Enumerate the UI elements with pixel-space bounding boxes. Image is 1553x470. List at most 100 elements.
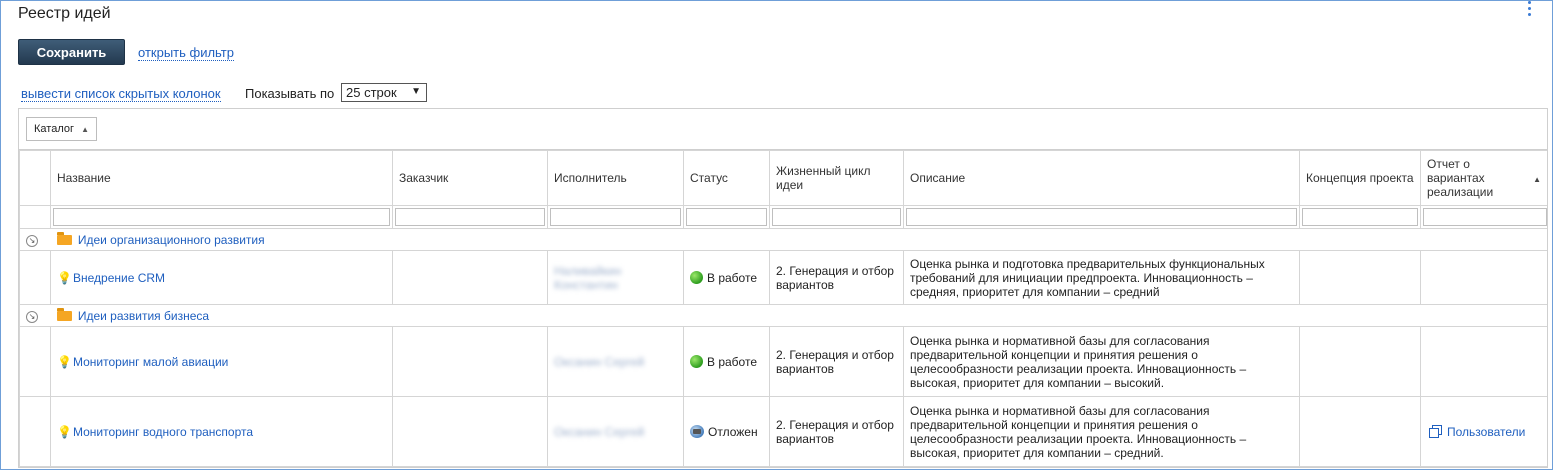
filter-input-executor[interactable] [550, 208, 681, 226]
triangle-up-icon: ▲ [81, 125, 89, 134]
cell-description: Оценка рынка и нормативной базы для согл… [903, 396, 1300, 467]
lightbulb-icon: 💡 [57, 424, 72, 439]
cell-status: Отложен [683, 396, 770, 467]
cell-lifecycle: 2. Генерация и отбор вариантов [769, 326, 904, 397]
grouping-panel: Каталог ▲ [19, 109, 1547, 150]
column-header-executor[interactable]: Исполнитель [547, 150, 684, 206]
table-row: 💡Внедрение CRM Наливайкин Константин В р… [19, 250, 1547, 305]
filter-cell-lifecycle [769, 205, 904, 229]
executor-name-blurred[interactable]: Оксанин Сергей [554, 355, 644, 369]
group-by-catalog-chip[interactable]: Каталог ▲ [26, 117, 97, 141]
row-spacer-cell [19, 396, 51, 467]
filter-cell-customer [392, 205, 548, 229]
filter-cell-description [903, 205, 1300, 229]
cell-name: 💡Внедрение CRM [50, 250, 393, 305]
group-row: ↘ Идеи организационного развития [19, 228, 1547, 251]
open-filter-link[interactable]: открыть фильтр [138, 45, 234, 61]
filter-cell-executor [547, 205, 684, 229]
filter-expander-cell [19, 205, 51, 229]
column-header-description[interactable]: Описание [903, 150, 1300, 206]
table-row: 💡Мониторинг малой авиации Оксанин Сергей… [19, 326, 1547, 397]
column-header-concept[interactable]: Концепция проекта [1299, 150, 1421, 206]
row-spacer-cell [19, 250, 51, 305]
group-title-cell: Идеи развития бизнеса [50, 304, 1547, 327]
cell-lifecycle: 2. Генерация и отбор вариантов [769, 396, 904, 467]
cell-description: Оценка рынка и нормативной базы для согл… [903, 326, 1300, 397]
row-spacer-cell [19, 326, 51, 397]
registry-window: Реестр идей Сохранить открыть фильтр выв… [0, 0, 1553, 470]
sort-ascending-icon[interactable]: ▲ [1533, 173, 1541, 187]
hidden-columns-link[interactable]: вывести список скрытых колонок [21, 86, 221, 102]
filter-input-name[interactable] [53, 208, 390, 226]
cell-executor: Оксанин Сергей [547, 326, 684, 397]
table-header-row: Название Заказчик Исполнитель Статус Жиз… [19, 150, 1547, 206]
executor-name-blurred[interactable]: Наливайкин Константин [554, 264, 634, 292]
idea-name-link[interactable]: Внедрение CRM [73, 271, 165, 285]
rows-per-page-value: 25 строк [346, 85, 397, 100]
group-title-cell: Идеи организационного развития [50, 228, 1547, 251]
group-title-link[interactable]: Идеи развития бизнеса [78, 309, 209, 323]
report-users-link[interactable]: Пользователи [1447, 425, 1525, 439]
filter-input-description[interactable] [906, 208, 1297, 226]
filter-input-concept[interactable] [1302, 208, 1418, 226]
filter-input-status[interactable] [686, 208, 767, 226]
cell-report [1420, 326, 1547, 397]
table-row: 💡Мониторинг водного транспорта Оксанин С… [19, 396, 1547, 467]
lightbulb-icon: 💡 [57, 270, 72, 285]
cell-customer [392, 396, 548, 467]
cell-concept [1299, 396, 1421, 467]
lightbulb-icon: 💡 [57, 354, 72, 369]
rows-per-page-label: Показывать по [245, 86, 335, 101]
group-row: ↘ Идеи развития бизнеса [19, 304, 1547, 327]
filter-row [19, 205, 1547, 229]
idea-name-link[interactable]: Мониторинг водного транспорта [73, 425, 253, 439]
folder-icon [56, 307, 72, 321]
rows-per-page-select[interactable]: 25 строк ▼ [341, 83, 427, 102]
cell-report [1420, 250, 1547, 305]
cell-status: В работе [683, 250, 770, 305]
filter-input-lifecycle[interactable] [772, 208, 901, 226]
executor-name-blurred[interactable]: Оксанин Сергей [554, 425, 644, 439]
more-vertical-icon[interactable] [1528, 1, 1532, 16]
status-text: Отложен [708, 424, 758, 439]
folder-icon [56, 231, 72, 245]
status-text: В работе [707, 354, 758, 369]
save-button[interactable]: Сохранить [18, 39, 125, 65]
expand-circle-icon[interactable]: ↘ [26, 311, 38, 323]
filter-cell-status [683, 205, 770, 229]
ideas-grid: Каталог ▲ Название Заказчик Исполнитель [18, 108, 1548, 468]
column-header-name[interactable]: Название [50, 150, 393, 206]
green-circle-icon [690, 270, 703, 284]
cell-customer [392, 326, 548, 397]
cell-report: Пользователи [1420, 396, 1547, 467]
header-expander-cell [19, 150, 51, 206]
green-circle-icon [690, 354, 703, 368]
cell-executor: Оксанин Сергей [547, 396, 684, 467]
cell-status: В работе [683, 326, 770, 397]
idea-name-link[interactable]: Мониторинг малой авиации [73, 355, 228, 369]
filter-cell-name [50, 205, 393, 229]
column-header-customer[interactable]: Заказчик [392, 150, 548, 206]
group-title-link[interactable]: Идеи организационного развития [78, 233, 265, 247]
group-expander-cell: ↘ [19, 228, 51, 251]
filter-input-report[interactable] [1423, 208, 1547, 226]
column-header-lifecycle[interactable]: Жизненный цикл идеи [769, 150, 904, 206]
copy-icon [1429, 424, 1442, 438]
cell-lifecycle: 2. Генерация и отбор вариантов [769, 250, 904, 305]
group-chip-label: Каталог [34, 123, 74, 135]
cell-executor: Наливайкин Константин [547, 250, 684, 305]
column-header-report-label: Отчет о вариантах реализации [1427, 157, 1494, 199]
expand-circle-icon[interactable]: ↘ [26, 235, 38, 247]
page-title: Реестр идей [18, 5, 111, 22]
cell-name: 💡Мониторинг водного транспорта [50, 396, 393, 467]
column-header-status[interactable]: Статус [683, 150, 770, 206]
ideas-table: Название Заказчик Исполнитель Статус Жиз… [19, 150, 1547, 467]
group-expander-cell: ↘ [19, 304, 51, 327]
cell-concept [1299, 250, 1421, 305]
filter-input-customer[interactable] [395, 208, 545, 226]
triangle-down-icon: ▼ [411, 86, 421, 97]
status-text: В работе [707, 270, 758, 285]
cell-customer [392, 250, 548, 305]
column-header-report[interactable]: Отчет о вариантах реализации ▲ [1420, 150, 1547, 206]
cell-description: Оценка рынка и подготовка предварительны… [903, 250, 1300, 305]
